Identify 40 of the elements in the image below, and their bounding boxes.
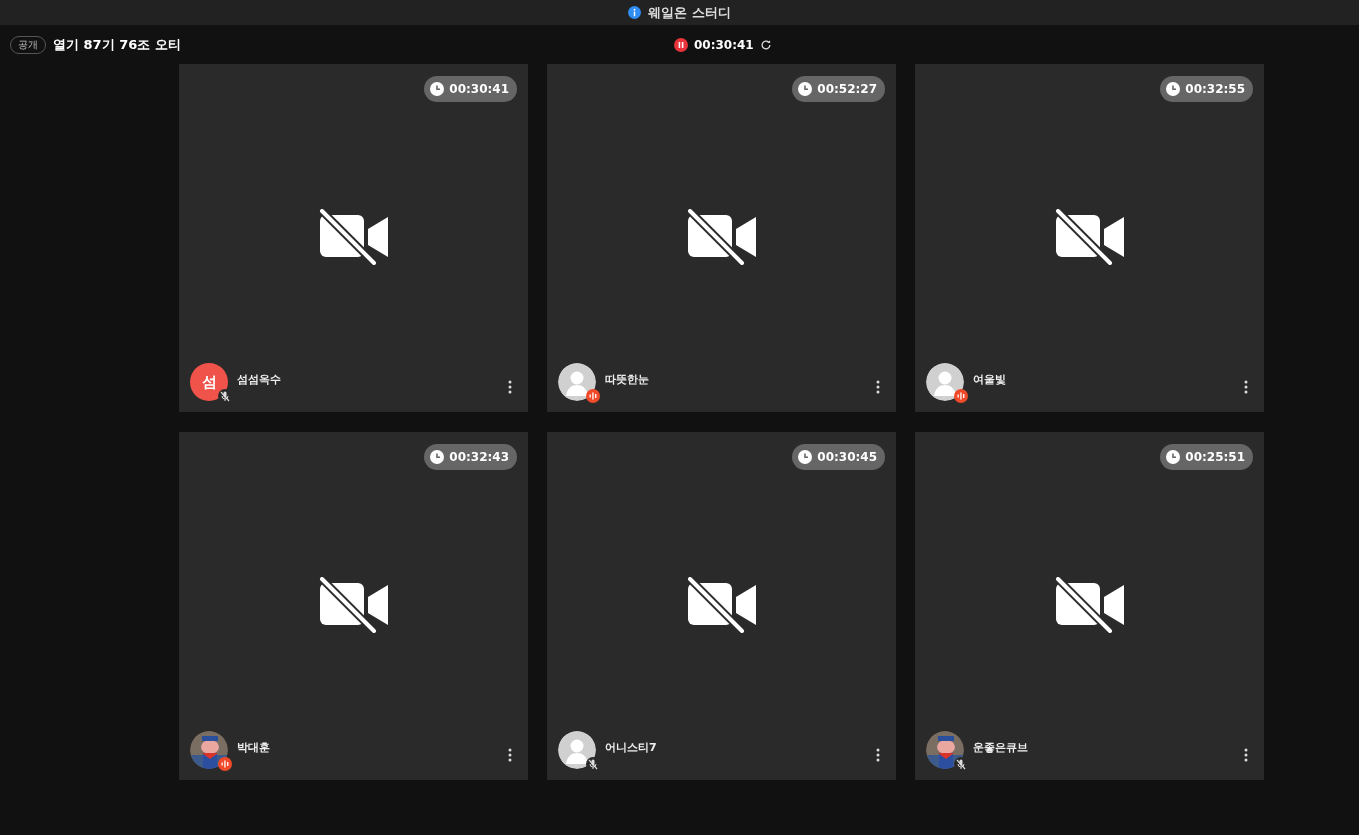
more-icon[interactable] [508, 748, 512, 762]
default-avatar-icon [558, 363, 596, 401]
elapsed-time: 00:30:41 [449, 82, 509, 96]
window-title: 웨일온 스터디 [648, 3, 731, 22]
info-icon [628, 6, 642, 19]
clock-icon [1166, 82, 1181, 96]
room-name: 열기 87기 76조 오티 [53, 35, 181, 54]
participant-name: 여울빛 [973, 371, 1006, 387]
avatar: 섬 [190, 363, 228, 401]
camera-off-icon [1053, 577, 1126, 633]
clock-icon [1166, 450, 1181, 464]
elapsed-time: 00:52:27 [817, 82, 877, 96]
clock-icon [430, 450, 445, 464]
camera-off-icon [317, 577, 390, 633]
more-icon[interactable] [876, 380, 880, 394]
clock-icon [430, 82, 445, 96]
camera-off-icon [317, 209, 390, 265]
camera-off-icon [685, 209, 758, 265]
participant-name: 운좋은큐브 [973, 739, 1028, 755]
default-avatar-icon [558, 731, 596, 769]
camera-off-icon [685, 577, 758, 633]
more-icon[interactable] [876, 748, 880, 762]
participant-name: 섬섬옥수 [237, 371, 281, 387]
elapsed-time: 00:32:43 [449, 450, 509, 464]
camera-off-icon [1053, 209, 1126, 265]
elapsed-time: 00:32:55 [1185, 82, 1245, 96]
clock-icon [798, 82, 813, 96]
refresh-icon[interactable] [759, 38, 772, 51]
more-icon[interactable] [508, 380, 512, 394]
elapsed-time: 00:25:51 [1185, 450, 1245, 464]
clock-icon [798, 450, 813, 464]
more-icon[interactable] [1244, 380, 1248, 394]
participant-name: 박대훈 [237, 739, 270, 755]
pause-icon[interactable] [674, 37, 688, 52]
default-avatar-icon [926, 363, 964, 401]
elapsed-time: 00:30:41 [694, 37, 754, 52]
more-icon[interactable] [1244, 748, 1248, 762]
participant-name: 따뜻한눈 [605, 371, 649, 387]
participant-name: 어니스티7 [605, 739, 657, 755]
elapsed-time: 00:30:45 [817, 450, 877, 464]
